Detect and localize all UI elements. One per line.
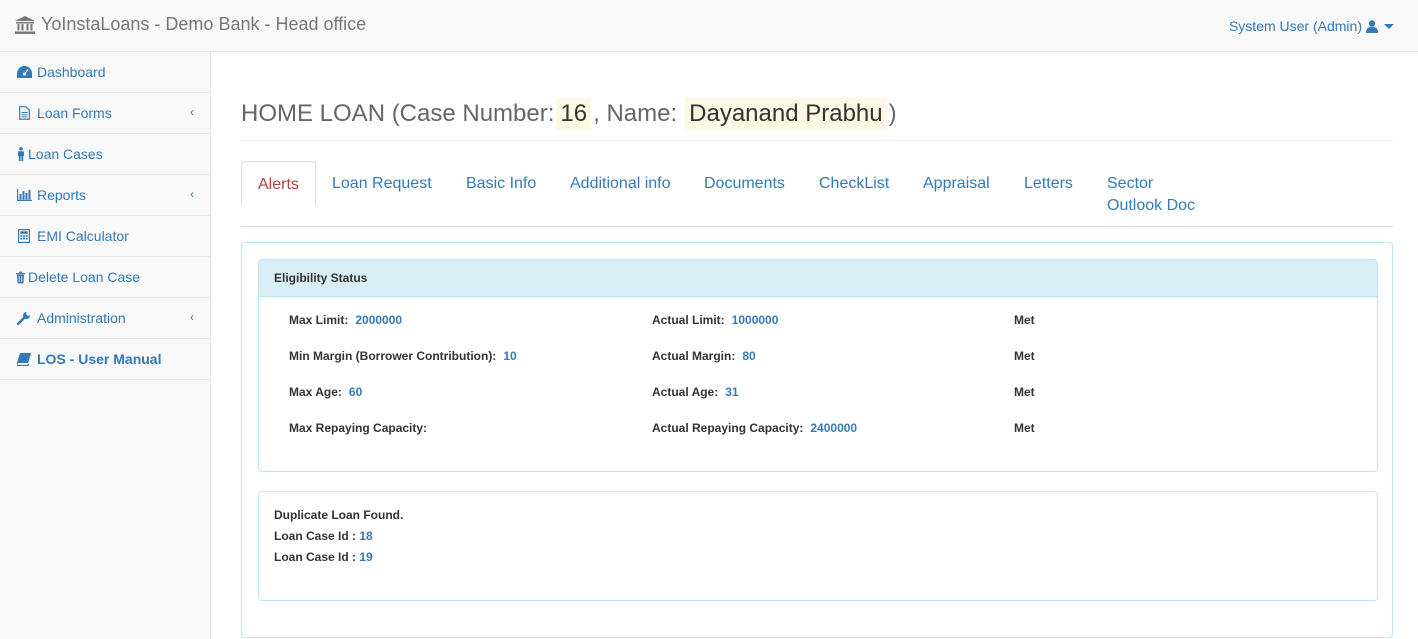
actual-value: 31 (725, 385, 739, 399)
brand[interactable]: YoInstaLoans - Demo Bank - Head office (15, 14, 366, 35)
file-icon (16, 106, 32, 120)
status-text: Met (1014, 349, 1035, 363)
tab-documents[interactable]: Documents (688, 161, 801, 207)
criteria-label: Max Age: (289, 385, 342, 399)
caret-down-icon (1384, 23, 1394, 29)
actual-label: Actual Margin: (652, 349, 736, 363)
bar-chart-icon (16, 188, 32, 202)
duplicate-message: Duplicate Loan Found. (274, 508, 404, 522)
top-navbar: YoInstaLoans - Demo Bank - Head office S… (0, 0, 1418, 52)
actual-value: 2400000 (810, 421, 858, 435)
sidebar-item-label: Loan Cases (28, 146, 103, 162)
sidebar-item-label: Reports (37, 187, 87, 203)
tab-appraisal[interactable]: Appraisal (907, 161, 1006, 207)
user-menu-label: System User (Admin) (1228, 18, 1362, 34)
sidebar-item-dashboard[interactable]: Dashboard (0, 52, 210, 93)
tab-sector-outlook-doc[interactable]: Sector Outlook Doc (1091, 161, 1215, 229)
sidebar-item-label: Dashboard (37, 64, 106, 80)
brand-title: YoInstaLoans - Demo Bank - Head office (41, 14, 367, 34)
calculator-icon (16, 229, 32, 243)
sidebar-item-label: EMI Calculator (37, 228, 129, 244)
sidebar-item-user-manual[interactable]: LOS - User Manual (0, 339, 210, 380)
sidebar-item-loan-cases[interactable]: Loan Cases (0, 134, 210, 175)
trash-icon (16, 270, 25, 284)
applicant-name: Dayanand Prabhu (685, 98, 887, 130)
chevron-left-icon: ‹ (190, 105, 194, 119)
actual-label: Actual Age: (652, 385, 719, 399)
alerts-panel: Eligibility Status Max Limit: 2000000 Act… (241, 242, 1393, 638)
tab-alerts[interactable]: Alerts (241, 161, 316, 205)
sidebar-item-label: LOS - User Manual (37, 351, 162, 367)
title-divider (241, 140, 1393, 141)
criteria-value: 60 (348, 385, 363, 399)
dashboard-icon (16, 65, 32, 79)
case-number: 16 (556, 98, 592, 130)
user-icon (1366, 19, 1378, 33)
eligibility-panel: Eligibility Status Max Limit: 2000000 Act… (258, 259, 1378, 472)
title-mid: , Name: (593, 100, 678, 127)
sidebar-item-administration[interactable]: Administration ‹ (0, 298, 210, 339)
status-text: Met (1014, 313, 1035, 327)
bank-icon (15, 15, 35, 34)
status-text: Met (1014, 421, 1035, 435)
case-id-label: Loan Case Id : (274, 529, 357, 543)
criteria-value: 2000000 (355, 313, 403, 327)
sidebar-item-loan-forms[interactable]: Loan Forms ‹ (0, 93, 210, 134)
duplicate-loan-panel: Duplicate Loan Found. Loan Case Id : 18 … (258, 491, 1378, 601)
duplicate-case-row: Loan Case Id : 18 (274, 529, 1362, 550)
user-menu[interactable]: System User (Admin) (1229, 18, 1394, 34)
eligibility-heading: Eligibility Status (259, 260, 1377, 297)
chevron-left-icon: ‹ (190, 310, 194, 324)
actual-value: 1000000 (731, 313, 779, 327)
criteria-label: Max Repaying Capacity: (289, 421, 428, 435)
actual-value: 80 (742, 349, 756, 363)
tab-loan-request[interactable]: Loan Request (316, 161, 448, 207)
title-prefix: HOME LOAN (Case Number: (241, 100, 555, 127)
sidebar-item-emi-calculator[interactable]: EMI Calculator (0, 216, 210, 257)
criteria-label: Max Limit: (289, 313, 349, 327)
sidebar: Dashboard Loan Forms ‹ Loan Cases Report… (0, 52, 211, 639)
criteria-label: Min Margin (Borrower Contribution): (289, 349, 497, 363)
status-text: Met (1014, 385, 1035, 399)
chevron-left-icon: ‹ (190, 187, 194, 201)
tab-bar: Alerts Loan Request Basic Info Additiona… (241, 161, 1393, 227)
title-suffix: ) (888, 100, 897, 127)
tab-checklist[interactable]: CheckList (803, 161, 905, 207)
criteria-value: 10 (503, 349, 517, 363)
person-icon (16, 147, 25, 161)
tab-basic-info[interactable]: Basic Info (450, 161, 552, 207)
sidebar-item-label: Delete Loan Case (28, 269, 141, 285)
tab-letters[interactable]: Letters (1008, 161, 1089, 207)
wrench-icon (16, 311, 32, 325)
sidebar-item-delete-loan-case[interactable]: Delete Loan Case (0, 257, 210, 298)
sidebar-item-label: Loan Forms (37, 105, 112, 121)
sidebar-item-label: Administration (37, 310, 126, 326)
actual-label: Actual Repaying Capacity: (652, 421, 804, 435)
sidebar-item-reports[interactable]: Reports ‹ (0, 175, 210, 216)
case-id-label: Loan Case Id : (274, 550, 357, 564)
duplicate-case-row: Loan Case Id : 19 (274, 550, 1362, 571)
tab-additional-info[interactable]: Additional info (554, 161, 687, 207)
page-title: HOME LOAN (Case Number: 16 , Name: Dayan… (241, 98, 897, 130)
actual-label: Actual Limit: (652, 313, 725, 327)
case-id-link[interactable]: 19 (359, 550, 372, 564)
book-icon (16, 352, 32, 366)
case-id-link[interactable]: 18 (359, 529, 372, 543)
